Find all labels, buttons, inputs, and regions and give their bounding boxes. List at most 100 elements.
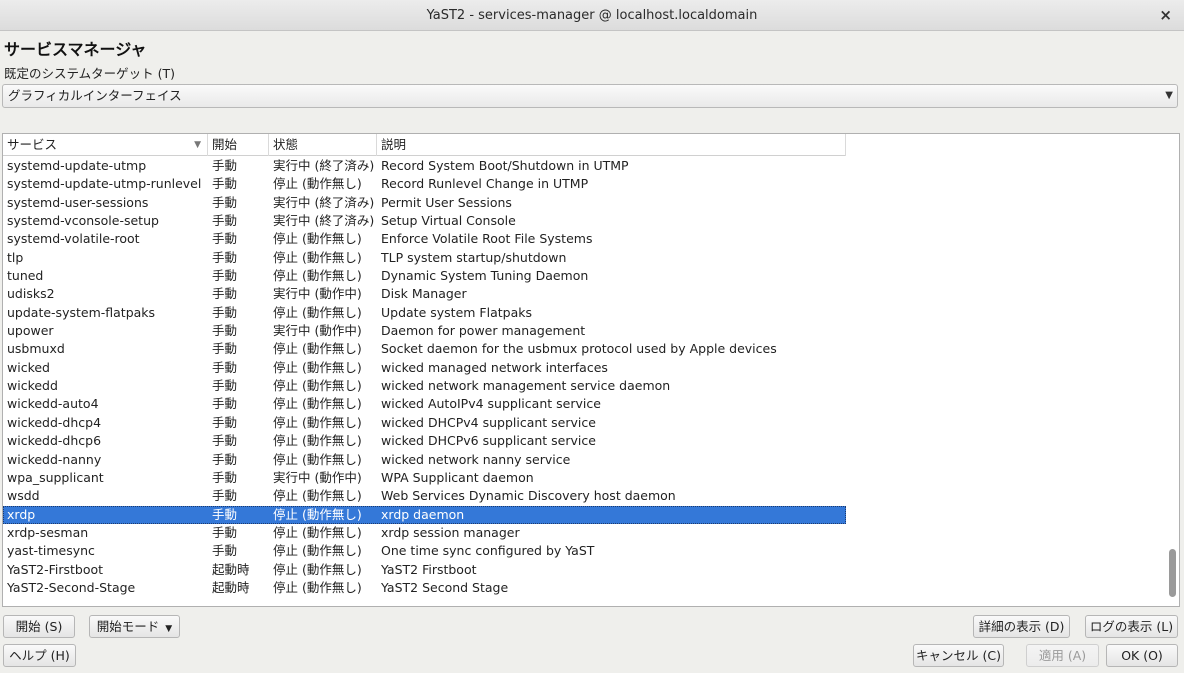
description-cell: TLP system startup/shutdown [381,249,567,265]
service-name-cell: wickedd [7,378,58,394]
column-header-start[interactable]: 開始 [208,134,269,156]
ok-button-label: OK (O) [1121,648,1163,663]
state-cell: 停止 (動作無し) [273,341,362,357]
sort-down-icon: ▼ [194,140,201,150]
show-details-label: 詳細の表示 (D) [978,619,1065,634]
start-mode-cell: 手動 [212,231,238,247]
state-cell: 実行中 (終了済み) [273,194,375,210]
table-row[interactable]: upower 手動 実行中 (動作中) Daemon for power manage… [3,322,846,340]
start-button[interactable]: 開始 (S) [3,615,75,638]
state-cell: 停止 (動作無し) [273,543,362,559]
start-mode-cell: 手動 [212,506,238,522]
state-cell: 停止 (動作無し) [273,176,362,192]
table-row[interactable]: systemd-update-utmp 手動 実行中 (終了済み) Record Sy… [3,157,846,175]
start-mode-cell: 手動 [212,286,238,302]
table-row[interactable]: YaST2-Firstboot 起動時 停止 (動作無し) YaST2 Firstbo… [3,561,846,579]
service-name-cell: wickedd-auto4 [7,396,99,412]
state-cell: 停止 (動作無し) [273,524,362,540]
table-row[interactable]: wickedd-auto4 手動 停止 (動作無し) wicked AutoIPv4 … [3,395,846,413]
table-row[interactable]: systemd-update-utmp-runlevel 手動 停止 (動作無し) R… [3,175,846,193]
state-cell: 停止 (動作無し) [273,378,362,394]
description-cell: xrdp session manager [381,524,520,540]
service-name-cell: systemd-update-utmp-runlevel [7,176,202,192]
ok-button[interactable]: OK (O) [1106,644,1178,667]
column-header-state[interactable]: 状態 [269,134,377,156]
start-mode-cell: 手動 [212,158,238,173]
service-name-cell: tlp [7,249,24,265]
show-log-label: ログの表示 (L) [1089,619,1174,634]
description-cell: YaST2 Second Stage [381,579,509,595]
description-cell: wicked DHCPv6 supplicant service [381,433,596,449]
start-mode-menu-button[interactable]: 開始モード ▼ [89,615,180,638]
description-cell: One time sync configured by YaST [381,543,595,559]
start-mode-cell: 手動 [212,469,238,485]
state-cell: 停止 (動作無し) [273,396,362,412]
start-mode-cell: 手動 [212,176,238,192]
default-target-label: 既定のシステムターゲット (T) [4,66,175,81]
cancel-button-label: キャンセル (C) [916,648,1001,663]
chevron-down-icon: ▼ [1165,90,1173,101]
services-table[interactable]: サービス ▼ 開始 状態 説明 systemd-update-utmp 手動 実行中… [2,133,1180,607]
column-header-start-label: 開始 [212,137,238,152]
table-row[interactable]: udisks2 手動 実行中 (動作中) Disk Manager [3,285,846,303]
start-mode-cell: 手動 [212,341,238,357]
show-log-button[interactable]: ログの表示 (L) [1085,615,1178,638]
table-row[interactable]: systemd-volatile-root 手動 停止 (動作無し) Enforce … [3,230,846,248]
description-cell: wicked AutoIPv4 supplicant service [381,396,601,412]
show-details-button[interactable]: 詳細の表示 (D) [973,615,1070,638]
column-header-description[interactable]: 説明 [377,134,846,156]
service-name-cell: YaST2-Firstboot [7,561,104,577]
table-row[interactable]: xrdp-sesman 手動 停止 (動作無し) xrdp session manag… [3,524,846,542]
state-cell: 停止 (動作無し) [273,561,362,577]
table-row[interactable]: usbmuxd 手動 停止 (動作無し) Socket daemon for the … [3,340,846,358]
table-row[interactable]: wickedd 手動 停止 (動作無し) wicked network managem… [3,377,846,395]
state-cell: 実行中 (動作中) [273,286,362,302]
start-mode-cell: 手動 [212,396,238,412]
state-cell: 停止 (動作無し) [273,579,362,595]
start-button-label: 開始 (S) [15,619,63,634]
start-mode-cell: 手動 [212,213,238,229]
close-icon[interactable]: × [1159,0,1172,31]
table-row[interactable]: wickedd-dhcp4 手動 停止 (動作無し) wicked DHCPv4 su… [3,414,846,432]
help-button[interactable]: ヘルプ (H) [3,644,76,667]
start-mode-label: 開始モード [96,619,160,634]
state-cell: 実行中 (終了済み) [273,158,375,173]
state-cell: 停止 (動作無し) [273,249,362,265]
default-target-value: グラフィカルインターフェイス [8,88,182,103]
help-button-label: ヘルプ (H) [9,648,70,663]
table-row[interactable]: yast-timesync 手動 停止 (動作無し) One time sync co… [3,542,846,560]
table-row[interactable]: wicked 手動 停止 (動作無し) wicked managed network … [3,359,846,377]
service-name-cell: wickedd-nanny [7,451,102,467]
service-name-cell: wicked [7,359,50,375]
window-title: YaST2 - services-manager @ localhost.loc… [426,8,758,23]
state-cell: 停止 (動作無し) [273,451,362,467]
apply-button[interactable]: 適用 (A) [1026,644,1099,667]
table-row-selected[interactable]: xrdp 手動 停止 (動作無し) xrdp daemon [3,505,846,524]
service-name-cell: udisks2 [7,286,55,302]
table-row[interactable]: tlp 手動 停止 (動作無し) TLP system startup/shutdow… [3,249,846,267]
table-row[interactable]: systemd-user-sessions 手動 実行中 (終了済み) Permit … [3,194,846,212]
service-name-cell: usbmuxd [7,341,65,357]
column-header-service[interactable]: サービス ▼ [3,134,208,156]
table-row[interactable]: wickedd-dhcp6 手動 停止 (動作無し) wicked DHCPv6 su… [3,432,846,450]
start-mode-cell: 手動 [212,268,238,284]
service-name-cell: update-system-flatpaks [7,304,156,320]
table-row[interactable]: wickedd-nanny 手動 停止 (動作無し) wicked network n… [3,451,846,469]
description-cell: wicked network nanny service [381,451,571,467]
default-target-combo[interactable]: グラフィカルインターフェイス ▼ [2,84,1178,108]
description-cell: Web Services Dynamic Discovery host daem… [381,488,676,504]
state-cell: 停止 (動作無し) [273,359,362,375]
table-row[interactable]: wsdd 手動 停止 (動作無し) Web Services Dynamic Disc… [3,487,846,505]
service-name-cell: systemd-vconsole-setup [7,213,159,229]
table-row[interactable]: systemd-vconsole-setup 手動 実行中 (終了済み) Setup … [3,212,846,230]
start-mode-cell: 起動時 [212,579,250,595]
service-name-cell: xrdp [7,506,36,522]
description-cell: wicked DHCPv4 supplicant service [381,414,596,430]
cancel-button[interactable]: キャンセル (C) [913,644,1004,667]
vertical-scrollbar[interactable] [1169,549,1176,597]
table-row[interactable]: update-system-flatpaks 手動 停止 (動作無し) Update … [3,304,846,322]
table-row[interactable]: YaST2-Second-Stage 起動時 停止 (動作無し) YaST2 Seco… [3,579,846,597]
table-row[interactable]: tuned 手動 停止 (動作無し) Dynamic System Tuning Da… [3,267,846,285]
state-cell: 停止 (動作無し) [273,506,362,522]
table-row[interactable]: wpa_supplicant 手動 実行中 (動作中) WPA Supplicant … [3,469,846,487]
